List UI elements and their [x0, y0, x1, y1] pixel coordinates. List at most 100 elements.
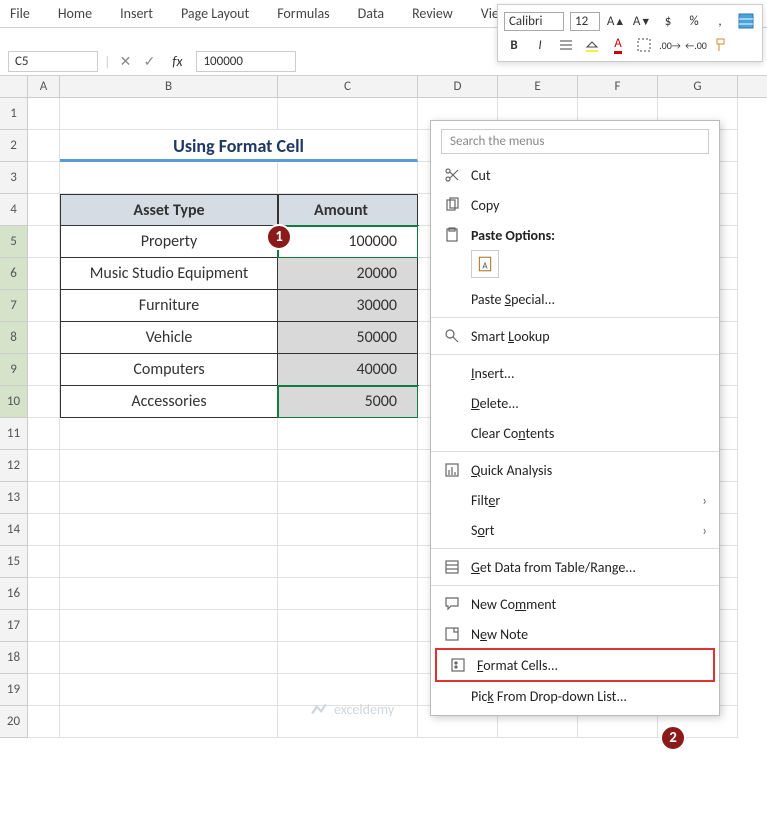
menu-search-input[interactable]: Search the menus: [441, 129, 709, 154]
header-amount[interactable]: Amount: [278, 194, 418, 226]
menu-clear-contents[interactable]: Clear Contents: [431, 418, 719, 448]
row-header[interactable]: 12: [0, 450, 28, 482]
cell[interactable]: Computers: [60, 354, 278, 386]
tab-insert[interactable]: Insert: [120, 5, 153, 22]
cell[interactable]: [278, 418, 418, 450]
fx-icon[interactable]: fx: [164, 53, 190, 70]
cell[interactable]: 30000: [278, 290, 418, 322]
cell[interactable]: [28, 130, 60, 162]
col-header-b[interactable]: B: [60, 76, 278, 97]
row-header[interactable]: 8: [0, 322, 28, 354]
cell[interactable]: [278, 610, 418, 642]
menu-new-note[interactable]: New Note: [431, 619, 719, 649]
cell[interactable]: [28, 98, 60, 130]
cell[interactable]: [278, 514, 418, 546]
cell[interactable]: 40000: [278, 354, 418, 386]
cell[interactable]: [60, 578, 278, 610]
tab-page-layout[interactable]: Page Layout: [181, 5, 249, 22]
tab-file[interactable]: File: [10, 5, 30, 22]
tab-data[interactable]: Data: [358, 5, 384, 22]
cell[interactable]: [28, 610, 60, 642]
header-asset-type[interactable]: Asset Type: [60, 194, 278, 226]
menu-quick-analysis[interactable]: Quick Analysis: [431, 455, 719, 485]
comma-icon[interactable]: ,: [710, 11, 730, 31]
bold-icon[interactable]: B: [504, 35, 524, 55]
row-header[interactable]: 3: [0, 162, 28, 194]
menu-paste-special[interactable]: Paste Special...: [431, 284, 719, 314]
cell[interactable]: [28, 418, 60, 450]
cell[interactable]: [28, 642, 60, 674]
menu-pick-list[interactable]: Pick From Drop-down List...: [431, 681, 719, 711]
increase-font-icon[interactable]: A▲: [606, 11, 626, 31]
decrease-decimal-icon[interactable]: ←.00: [686, 35, 706, 55]
menu-sort[interactable]: Sort›: [431, 515, 719, 545]
paste-button[interactable]: A: [471, 250, 499, 278]
cell[interactable]: [28, 450, 60, 482]
cell[interactable]: [60, 706, 278, 738]
cell[interactable]: [278, 546, 418, 578]
font-select[interactable]: Calibri: [504, 12, 564, 31]
row-header[interactable]: 19: [0, 674, 28, 706]
cell[interactable]: [278, 162, 418, 194]
cell[interactable]: [28, 162, 60, 194]
cell[interactable]: [28, 578, 60, 610]
col-header-a[interactable]: A: [28, 76, 60, 97]
cell[interactable]: Vehicle: [60, 322, 278, 354]
menu-cut[interactable]: Cut: [431, 160, 719, 190]
row-header[interactable]: 5: [0, 226, 28, 258]
cell[interactable]: [278, 674, 418, 706]
align-icon[interactable]: [556, 35, 576, 55]
increase-decimal-icon[interactable]: .00→: [660, 35, 680, 55]
cell[interactable]: [28, 322, 60, 354]
row-header[interactable]: 1: [0, 98, 28, 130]
row-header[interactable]: 14: [0, 514, 28, 546]
cell[interactable]: [28, 194, 60, 226]
row-header[interactable]: 13: [0, 482, 28, 514]
tab-review[interactable]: Review: [412, 5, 453, 22]
cell[interactable]: [28, 482, 60, 514]
row-header[interactable]: 17: [0, 610, 28, 642]
decrease-font-icon[interactable]: A▼: [632, 11, 652, 31]
row-header[interactable]: 4: [0, 194, 28, 226]
cell[interactable]: [60, 450, 278, 482]
name-box[interactable]: C5: [8, 51, 98, 72]
cell[interactable]: [28, 706, 60, 738]
cell[interactable]: [60, 514, 278, 546]
menu-insert[interactable]: Insert...: [431, 358, 719, 388]
cell[interactable]: [278, 98, 418, 130]
menu-filter[interactable]: Filter›: [431, 485, 719, 515]
col-header-e[interactable]: E: [498, 76, 578, 97]
font-color-icon[interactable]: A: [608, 35, 628, 55]
enter-icon[interactable]: ✓: [140, 53, 158, 70]
row-header[interactable]: 6: [0, 258, 28, 290]
cell[interactable]: Accessories: [60, 386, 278, 418]
row-header[interactable]: 15: [0, 546, 28, 578]
cell[interactable]: [28, 674, 60, 706]
row-header[interactable]: 16: [0, 578, 28, 610]
cell[interactable]: [28, 226, 60, 258]
row-header[interactable]: 18: [0, 642, 28, 674]
cell[interactable]: [60, 162, 278, 194]
cell[interactable]: [28, 546, 60, 578]
cell[interactable]: [278, 706, 418, 738]
cell[interactable]: [278, 578, 418, 610]
title-cell[interactable]: Using Format Cell: [60, 130, 418, 162]
cell[interactable]: [28, 386, 60, 418]
cell[interactable]: [28, 514, 60, 546]
formula-input[interactable]: 100000: [196, 51, 296, 72]
font-size-select[interactable]: 12: [570, 12, 600, 31]
cell[interactable]: [60, 418, 278, 450]
row-header[interactable]: 9: [0, 354, 28, 386]
cell[interactable]: [60, 674, 278, 706]
cell[interactable]: [60, 610, 278, 642]
cell[interactable]: [60, 546, 278, 578]
menu-get-data[interactable]: Get Data from Table/Range...: [431, 552, 719, 582]
menu-format-cells[interactable]: Format Cells...: [435, 648, 715, 682]
col-header-c[interactable]: C: [278, 76, 418, 97]
row-header[interactable]: 11: [0, 418, 28, 450]
row-header[interactable]: 2: [0, 130, 28, 162]
col-header-d[interactable]: D: [418, 76, 498, 97]
row-header[interactable]: 10: [0, 386, 28, 418]
menu-smart-lookup[interactable]: Smart Lookup: [431, 321, 719, 351]
cell[interactable]: [28, 290, 60, 322]
